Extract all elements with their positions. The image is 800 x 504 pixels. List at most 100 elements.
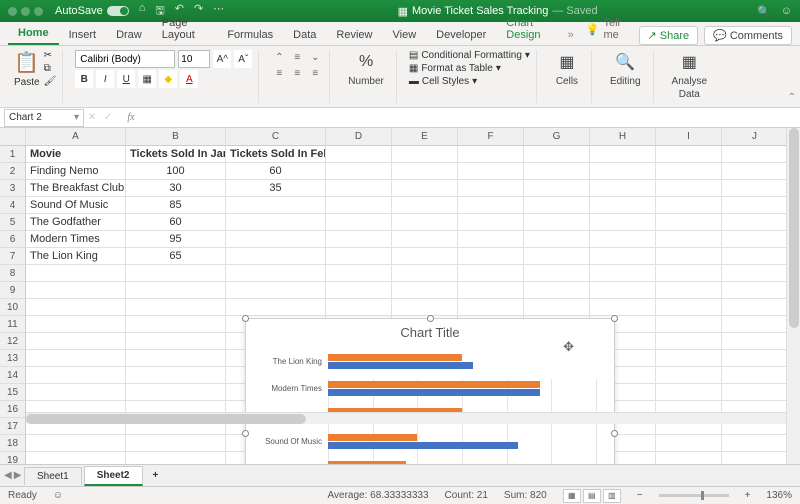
chevron-down-icon[interactable]: ▾ bbox=[74, 112, 79, 123]
vertical-scrollbar[interactable] bbox=[786, 128, 800, 484]
row-header-6[interactable]: 6 bbox=[0, 231, 26, 248]
cell[interactable] bbox=[656, 197, 722, 214]
cell[interactable] bbox=[590, 231, 656, 248]
col-header-H[interactable]: H bbox=[590, 128, 656, 145]
autosave-toggle[interactable]: AutoSave bbox=[55, 5, 129, 17]
chart-bar[interactable] bbox=[328, 434, 417, 441]
cell[interactable] bbox=[26, 282, 126, 299]
chart-bar[interactable] bbox=[328, 362, 473, 369]
align-bottom-icon[interactable]: ⌄ bbox=[307, 50, 323, 64]
cell[interactable] bbox=[392, 282, 458, 299]
cell[interactable] bbox=[26, 316, 126, 333]
cell[interactable] bbox=[392, 163, 458, 180]
cell[interactable]: 35 bbox=[226, 180, 326, 197]
cell[interactable] bbox=[26, 333, 126, 350]
tab-view[interactable]: View bbox=[383, 25, 427, 45]
cell[interactable]: 65 bbox=[126, 248, 226, 265]
cell[interactable] bbox=[326, 197, 392, 214]
align-center-icon[interactable]: ≡ bbox=[289, 66, 305, 80]
cell[interactable] bbox=[722, 248, 788, 265]
zoom-in-icon[interactable]: + bbox=[745, 490, 751, 501]
chart-bar[interactable] bbox=[328, 389, 540, 396]
cell[interactable] bbox=[458, 146, 524, 163]
cell[interactable] bbox=[326, 265, 392, 282]
cell[interactable] bbox=[722, 231, 788, 248]
sheet-tab-sheet1[interactable]: Sheet1 bbox=[24, 467, 82, 485]
col-header-G[interactable]: G bbox=[524, 128, 590, 145]
cell[interactable] bbox=[524, 180, 590, 197]
cell[interactable] bbox=[722, 180, 788, 197]
cell[interactable] bbox=[26, 384, 126, 401]
cell[interactable] bbox=[524, 163, 590, 180]
bold-button[interactable]: B bbox=[75, 70, 93, 88]
cell[interactable] bbox=[458, 163, 524, 180]
comments-button[interactable]: 💬 Comments bbox=[704, 26, 792, 45]
cell[interactable] bbox=[226, 197, 326, 214]
user-icon[interactable]: ☺ bbox=[781, 5, 792, 18]
cell[interactable] bbox=[590, 180, 656, 197]
row-header-3[interactable]: 3 bbox=[0, 180, 26, 197]
conditional-formatting-button[interactable]: ▤ Conditional Formatting▾ bbox=[409, 50, 530, 61]
cell[interactable]: Tickets Sold In Jan bbox=[126, 146, 226, 163]
formula-input[interactable] bbox=[140, 109, 800, 127]
tab-insert[interactable]: Insert bbox=[59, 25, 107, 45]
cell[interactable] bbox=[656, 146, 722, 163]
zoom-out-icon[interactable]: − bbox=[637, 490, 643, 501]
editing-button[interactable]: 🔍 Editing bbox=[604, 50, 647, 87]
font-color-button[interactable]: A bbox=[180, 70, 198, 88]
confirm-formula-icon[interactable]: ✓ bbox=[100, 112, 116, 123]
cell[interactable] bbox=[458, 248, 524, 265]
tab-data[interactable]: Data bbox=[283, 25, 326, 45]
row-header-14[interactable]: 14 bbox=[0, 367, 26, 384]
cell[interactable] bbox=[656, 231, 722, 248]
cell[interactable] bbox=[656, 350, 722, 367]
select-all-corner[interactable] bbox=[0, 128, 26, 145]
sheet-tab-sheet2[interactable]: Sheet2 bbox=[84, 466, 143, 486]
cell[interactable]: Modern Times bbox=[26, 231, 126, 248]
cell[interactable] bbox=[722, 333, 788, 350]
cell[interactable] bbox=[458, 197, 524, 214]
cell[interactable]: The Lion King bbox=[26, 248, 126, 265]
cell[interactable] bbox=[126, 265, 226, 282]
cell[interactable] bbox=[126, 384, 226, 401]
row-header-10[interactable]: 10 bbox=[0, 299, 26, 316]
cell[interactable] bbox=[226, 265, 326, 282]
cell[interactable] bbox=[226, 231, 326, 248]
cell[interactable] bbox=[524, 265, 590, 282]
cell[interactable] bbox=[26, 367, 126, 384]
cell[interactable] bbox=[722, 265, 788, 282]
cell[interactable] bbox=[722, 197, 788, 214]
increase-font-icon[interactable]: A^ bbox=[213, 50, 231, 68]
view-page-break-icon[interactable]: ▥ bbox=[603, 489, 621, 503]
format-painter-icon[interactable]: 🖌 bbox=[44, 76, 57, 87]
cell[interactable] bbox=[590, 146, 656, 163]
cell[interactable] bbox=[656, 214, 722, 231]
cell[interactable] bbox=[590, 299, 656, 316]
cell[interactable] bbox=[590, 197, 656, 214]
chart-bar[interactable] bbox=[328, 354, 462, 361]
cell[interactable] bbox=[326, 214, 392, 231]
cell[interactable] bbox=[656, 163, 722, 180]
save-icon[interactable]: 🖫 bbox=[155, 2, 164, 21]
cell[interactable] bbox=[392, 299, 458, 316]
row-header-1[interactable]: 1 bbox=[0, 146, 26, 163]
cell[interactable]: Movie bbox=[26, 146, 126, 163]
cell[interactable] bbox=[326, 248, 392, 265]
row-header-11[interactable]: 11 bbox=[0, 316, 26, 333]
accessibility-icon[interactable]: ☺ bbox=[53, 490, 63, 501]
cell[interactable] bbox=[126, 367, 226, 384]
cell[interactable] bbox=[590, 265, 656, 282]
align-top-icon[interactable]: ⌃ bbox=[271, 50, 287, 64]
cell[interactable] bbox=[458, 265, 524, 282]
cell[interactable] bbox=[524, 248, 590, 265]
cell[interactable] bbox=[326, 299, 392, 316]
cell[interactable] bbox=[392, 146, 458, 163]
cell[interactable] bbox=[590, 248, 656, 265]
cell[interactable] bbox=[590, 214, 656, 231]
cell[interactable] bbox=[326, 282, 392, 299]
cell[interactable]: Tickets Sold In Feb bbox=[226, 146, 326, 163]
cell[interactable] bbox=[26, 350, 126, 367]
cell[interactable] bbox=[722, 299, 788, 316]
cells-button[interactable]: ▦ Cells bbox=[549, 50, 585, 87]
chart-bar[interactable] bbox=[328, 442, 518, 449]
